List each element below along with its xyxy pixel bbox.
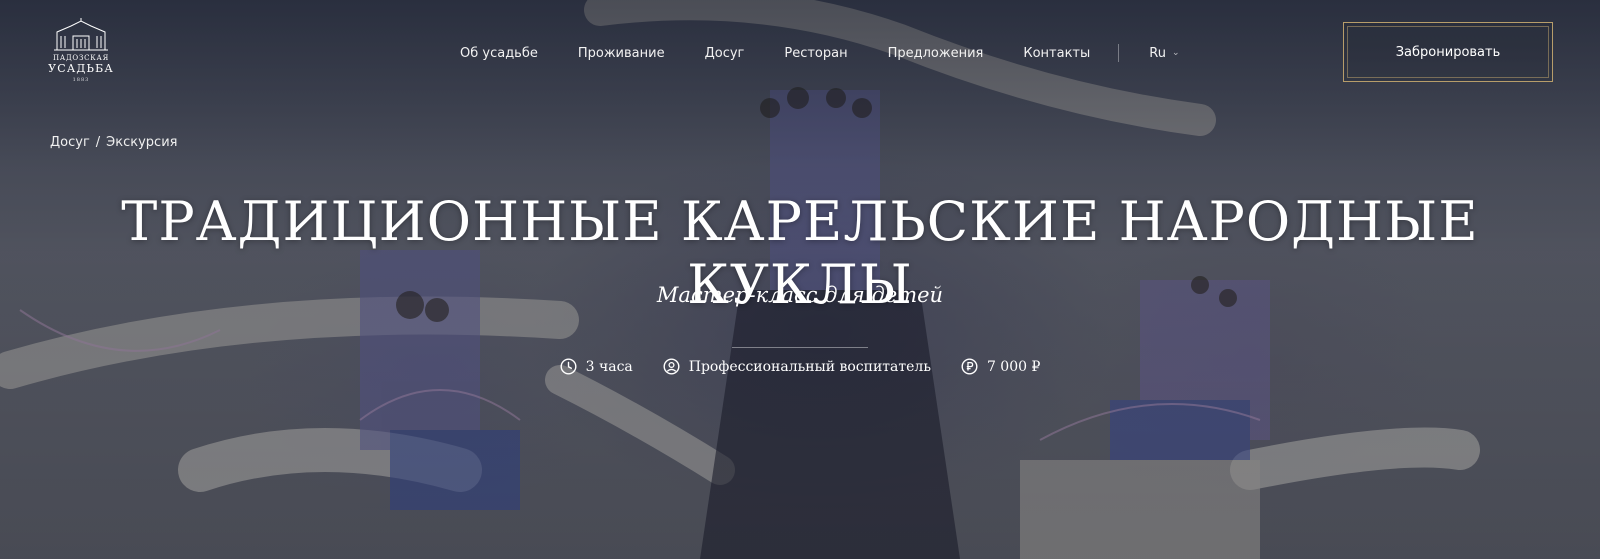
- event-meta: 3 часа Профессиональный воспитатель 7 00…: [0, 358, 1600, 375]
- nav-item-accommodation[interactable]: Проживание: [578, 46, 665, 61]
- hero-divider: [732, 347, 868, 348]
- nav-item-offers[interactable]: Предложения: [888, 46, 984, 61]
- page-subtitle: Мастер-класс для детей: [656, 283, 944, 307]
- breadcrumb-item-leisure[interactable]: Досуг: [50, 135, 90, 150]
- breadcrumb: Досуг / Экскурсия: [50, 135, 177, 150]
- language-selector[interactable]: Ru ⌄: [1149, 46, 1179, 61]
- language-label: Ru: [1149, 45, 1166, 61]
- logo-year: 1883: [72, 77, 90, 83]
- nav-divider: [1118, 44, 1120, 62]
- user-circle-icon: [663, 358, 680, 375]
- nav-item-leisure[interactable]: Досуг: [705, 46, 745, 61]
- nav-item-restaurant[interactable]: Ресторан: [784, 46, 847, 61]
- meta-price-value: 7 000 ₽: [986, 358, 1041, 375]
- nav-item-contacts[interactable]: Контакты: [1023, 46, 1090, 61]
- main-nav: Об усадьбе Проживание Досуг Ресторан Пре…: [460, 42, 1180, 64]
- book-button-label: Забронировать: [1395, 44, 1501, 60]
- meta-duration: 3 часа: [560, 358, 633, 375]
- meta-guide-value: Профессиональный воспитатель: [688, 358, 931, 375]
- meta-guide: Профессиональный воспитатель: [663, 358, 931, 375]
- breadcrumb-item-excursion: Экскурсия: [106, 135, 178, 150]
- ruble-icon: [961, 358, 978, 375]
- site-logo[interactable]: ПАДОЗСКАЯ УСАДЬБА 1883: [46, 18, 116, 90]
- manor-building-icon: [54, 18, 108, 51]
- book-button[interactable]: Забронировать: [1343, 22, 1553, 82]
- logo-line2: УСАДЬБА: [48, 62, 114, 75]
- meta-duration-value: 3 часа: [585, 358, 633, 375]
- logo-line1: ПАДОЗСКАЯ: [52, 54, 110, 62]
- meta-price: 7 000 ₽: [961, 358, 1040, 375]
- clock-icon: [560, 358, 577, 375]
- breadcrumb-separator: /: [95, 135, 101, 150]
- nav-item-about[interactable]: Об усадьбе: [460, 46, 538, 61]
- chevron-down-icon: ⌄: [1171, 48, 1180, 58]
